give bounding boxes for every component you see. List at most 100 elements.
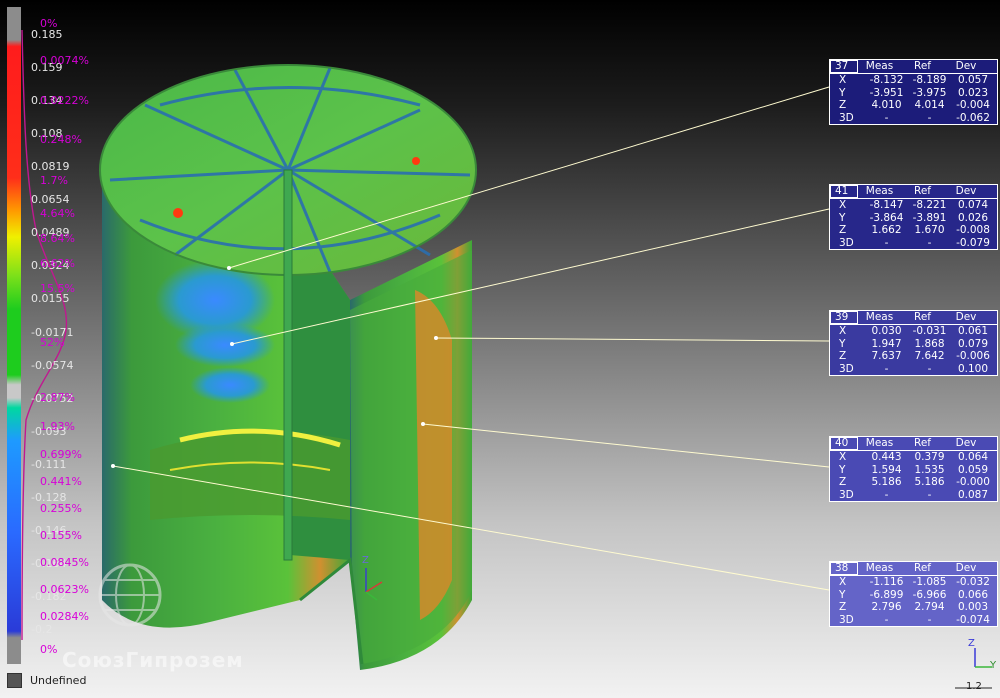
point-marker-37[interactable] bbox=[227, 266, 231, 270]
row-value: - bbox=[927, 236, 932, 249]
scale-percentage-label: 8.64% bbox=[40, 232, 75, 245]
row-value: 1.947 bbox=[871, 337, 902, 350]
point-box-37[interactable]: 37 Meas Ref Dev X -8.132 -8.189 0.057 Y -3.951 -3.… bbox=[829, 59, 998, 125]
point-marker-38[interactable] bbox=[111, 464, 115, 468]
row-value: -1.116 bbox=[869, 576, 904, 588]
point-marker-40[interactable] bbox=[421, 422, 425, 426]
row-value: 7.642 bbox=[914, 350, 945, 362]
row-label: 3D bbox=[839, 111, 854, 124]
row-value: -0.000 bbox=[956, 476, 990, 488]
column-header: Ref bbox=[914, 311, 931, 323]
point-box-row: 3D - - -0.074 bbox=[830, 614, 997, 627]
point-box-header: 38 Meas Ref Dev bbox=[830, 562, 997, 576]
row-label: X bbox=[839, 74, 847, 86]
row-value: 0.003 bbox=[957, 601, 989, 613]
row-value: 0.026 bbox=[957, 211, 989, 224]
row-value: 7.637 bbox=[871, 350, 902, 362]
undefined-swatch bbox=[7, 673, 22, 688]
point-box-row: X 0.030 -0.031 0.061 bbox=[830, 325, 997, 338]
row-value: -6.966 bbox=[912, 588, 947, 601]
row-value: 1.535 bbox=[914, 463, 945, 476]
point-marker-39[interactable] bbox=[434, 336, 438, 340]
row-value: -0.006 bbox=[956, 350, 990, 362]
point-box-header: 41 Meas Ref Dev bbox=[830, 185, 997, 199]
row-value: 0.100 bbox=[957, 362, 989, 375]
view-scale-label: 1.2 bbox=[966, 681, 982, 692]
row-label: X bbox=[839, 199, 847, 211]
point-box-row: Z 4.010 4.014 -0.004 bbox=[830, 99, 997, 112]
row-value: -0.079 bbox=[956, 236, 990, 249]
point-id: 39 bbox=[830, 311, 858, 324]
point-box-40[interactable]: 40 Meas Ref Dev X 0.443 0.379 0.064 Y 1.594 1.535 0… bbox=[829, 436, 998, 502]
scale-percentage-label: 0.0222% bbox=[40, 94, 89, 107]
point-box-row: 3D - - 0.087 bbox=[830, 489, 997, 502]
row-value: - bbox=[927, 488, 932, 501]
point-box-row: Y -3.951 -3.975 0.023 bbox=[830, 87, 997, 100]
scale-percentage-label: 0.248% bbox=[40, 133, 82, 146]
undefined-label: Undefined bbox=[30, 674, 87, 687]
row-value: 0.023 bbox=[957, 86, 989, 99]
row-value: 4.010 bbox=[871, 99, 902, 111]
point-box-39[interactable]: 39 Meas Ref Dev X 0.030 -0.031 0.061 Y 1.947 1.868… bbox=[829, 310, 998, 376]
point-id: 40 bbox=[830, 437, 858, 450]
point-box-row: Y 1.947 1.868 0.079 bbox=[830, 338, 997, 351]
view-axis-y-label: Y bbox=[990, 660, 997, 671]
scale-percentage-label: 1.93% bbox=[40, 420, 75, 433]
row-value: 0.061 bbox=[957, 325, 989, 337]
row-value: 0.087 bbox=[957, 488, 989, 501]
color-scale-bar bbox=[7, 7, 21, 664]
scale-value-label: 0.185 bbox=[31, 28, 63, 41]
column-header: Dev bbox=[955, 60, 977, 72]
scale-percentage-label: 0% bbox=[40, 643, 58, 656]
row-value: - bbox=[884, 488, 889, 501]
row-value: -0.032 bbox=[956, 576, 990, 588]
row-label: X bbox=[839, 576, 847, 588]
row-value: 0.057 bbox=[957, 74, 989, 86]
column-header: Ref bbox=[914, 437, 931, 449]
row-value: 0.074 bbox=[957, 199, 989, 211]
column-header: Meas bbox=[865, 60, 894, 72]
scale-percentage-label: 0.0074% bbox=[40, 54, 89, 67]
scale-percentage-label: 0.441% bbox=[40, 475, 82, 488]
row-value: -8.189 bbox=[912, 74, 947, 86]
column-header: Meas bbox=[865, 437, 894, 449]
scale-percentage-label: 52% bbox=[40, 336, 65, 349]
scale-value-label: 0.0819 bbox=[31, 160, 70, 174]
scale-percentage-label: 0.0623% bbox=[40, 583, 89, 596]
point-box-row: Z 1.662 1.670 -0.008 bbox=[830, 224, 997, 237]
point-box-row: 3D - - -0.079 bbox=[830, 237, 997, 250]
scale-percentage-label: 0.699% bbox=[40, 448, 82, 461]
row-label: Y bbox=[839, 588, 846, 601]
row-value: 4.014 bbox=[914, 99, 945, 111]
row-value: - bbox=[927, 362, 932, 375]
row-value: -8.132 bbox=[869, 74, 904, 86]
point-marker-41[interactable] bbox=[230, 342, 234, 346]
row-label: Z bbox=[839, 476, 847, 488]
scale-percentage-label: 4.64% bbox=[40, 207, 75, 220]
point-box-row: Z 5.186 5.186 -0.000 bbox=[830, 476, 997, 489]
scale-percentage-label: 0.255% bbox=[40, 502, 82, 515]
column-header: Dev bbox=[955, 185, 977, 197]
point-box-row: Y -6.899 -6.966 0.066 bbox=[830, 589, 997, 602]
point-box-row: X -8.132 -8.189 0.057 bbox=[830, 74, 997, 87]
point-box-row: Y 1.594 1.535 0.059 bbox=[830, 464, 997, 477]
row-value: 0.443 bbox=[871, 451, 902, 463]
scale-percentage-label: 0.155% bbox=[40, 529, 82, 542]
point-box-38[interactable]: 38 Meas Ref Dev X -1.116 -1.085 -0.032 Y -6.899 -6… bbox=[829, 561, 998, 627]
row-value: -0.004 bbox=[956, 99, 990, 111]
row-label: Z bbox=[839, 224, 847, 236]
row-label: Y bbox=[839, 86, 846, 99]
scale-value-label: 0.0155 bbox=[31, 292, 70, 306]
scale-percentage-label: 0% bbox=[40, 17, 58, 30]
row-value: 0.379 bbox=[914, 451, 945, 463]
row-value: - bbox=[927, 613, 932, 626]
row-label: Y bbox=[839, 337, 846, 350]
row-label: Z bbox=[839, 350, 847, 362]
point-id: 41 bbox=[830, 185, 858, 198]
point-box-41[interactable]: 41 Meas Ref Dev X -8.147 -8.221 0.074 Y -3.864 -3.… bbox=[829, 184, 998, 250]
point-box-row: Z 2.796 2.794 0.003 bbox=[830, 601, 997, 614]
point-box-header: 37 Meas Ref Dev bbox=[830, 60, 997, 74]
column-header: Dev bbox=[955, 562, 977, 574]
point-box-header: 39 Meas Ref Dev bbox=[830, 311, 997, 325]
row-value: 2.796 bbox=[871, 601, 902, 613]
